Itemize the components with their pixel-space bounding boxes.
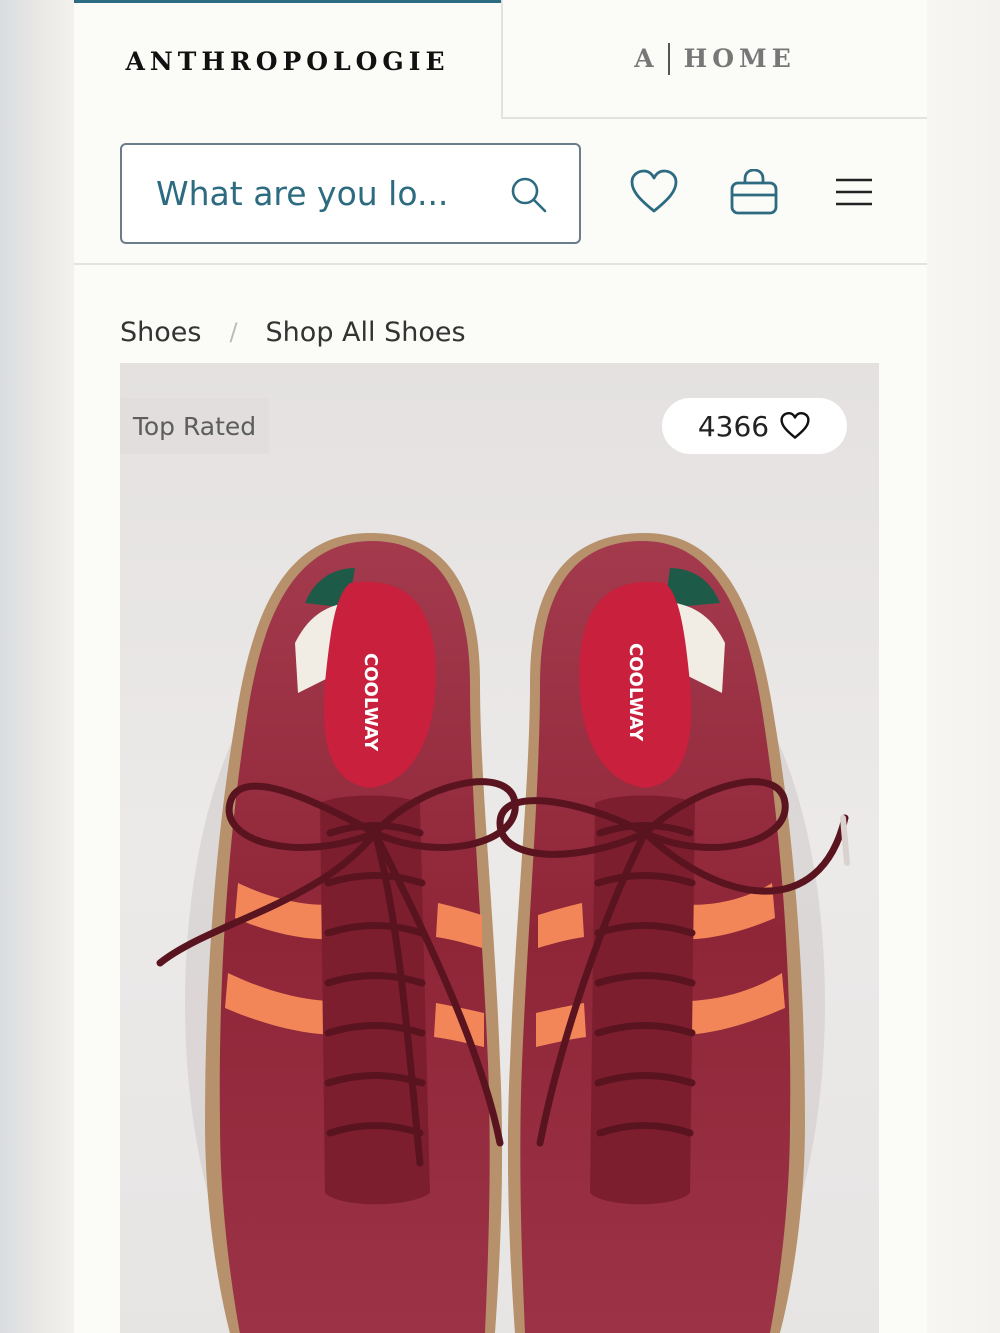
favorite-count-button[interactable]: 4366 — [662, 398, 847, 454]
search-icon[interactable] — [509, 175, 549, 215]
search-box[interactable] — [120, 143, 581, 244]
header-search-row — [74, 119, 927, 265]
right-shoe: COOLWAY — [496, 533, 850, 1333]
heart-icon — [780, 412, 810, 439]
sneakers-photo: COOLWAY COOLWAY — [156, 533, 850, 1333]
insole-brand-text: COOLWAY — [360, 653, 381, 752]
breadcrumb-separator: / — [229, 318, 238, 346]
breadcrumb-item-shop-all-shoes[interactable]: Shop All Shoes — [266, 317, 466, 348]
tab-anthropologie-home[interactable]: A HOME — [501, 0, 927, 119]
breadcrumb: Shoes / Shop All Shoes — [120, 312, 466, 352]
anthropologie-logo-text: ANTHROPOLOGIE — [125, 46, 450, 76]
menu-button[interactable] — [825, 163, 883, 221]
heart-icon — [630, 169, 678, 213]
home-logo-mark: A — [634, 44, 654, 73]
home-logo-text: HOME — [683, 44, 796, 73]
left-shoe: COOLWAY — [156, 533, 519, 1333]
mobile-page: ANTHROPOLOGIE A HOME What are you lo... … — [74, 0, 927, 1333]
brand-tabs: ANTHROPOLOGIE A HOME — [74, 0, 927, 119]
breadcrumb-item-shoes[interactable]: Shoes — [120, 317, 201, 348]
hamburger-menu-icon — [836, 178, 872, 206]
shopping-bag-button[interactable] — [725, 163, 783, 221]
tab-anthropologie[interactable]: ANTHROPOLOGIE — [74, 0, 501, 119]
shopping-bag-icon — [730, 169, 778, 215]
product-image[interactable]: COOLWAY COOLWAY Top Rated 4366 — [120, 363, 879, 1333]
background-left — [0, 0, 74, 1333]
home-logo-divider — [667, 42, 670, 75]
background-right — [926, 0, 1000, 1333]
wishlist-button[interactable] — [625, 163, 683, 221]
insole-brand-text-right: COOLWAY — [625, 643, 646, 742]
top-rated-badge: Top Rated — [120, 398, 269, 454]
search-input[interactable] — [156, 174, 486, 213]
favorite-count: 4366 — [697, 409, 770, 443]
